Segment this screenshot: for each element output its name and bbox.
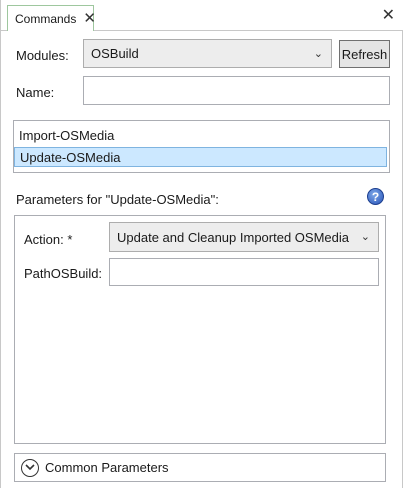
close-icon[interactable]: ✕ <box>83 11 96 26</box>
common-parameters-expander[interactable]: Common Parameters <box>14 453 386 482</box>
commands-pane: Commands ✕ ✕ Modules: OSBuild ⌄ Refresh … <box>0 0 403 488</box>
pathosbuild-input[interactable] <box>109 258 379 286</box>
modules-dropdown[interactable]: OSBuild ⌄ <box>83 39 332 68</box>
close-icon[interactable]: ✕ <box>382 8 395 24</box>
action-dropdown[interactable]: Update and Cleanup Imported OSMedia ⌄ <box>109 222 379 252</box>
tab-commands[interactable]: Commands ✕ <box>7 5 96 31</box>
refresh-button[interactable]: Refresh <box>339 40 390 68</box>
chevron-down-icon: ⌄ <box>360 230 370 243</box>
modules-label: Modules: <box>16 48 69 63</box>
list-item[interactable]: Import-OSMedia <box>14 125 387 145</box>
tab-strip: Commands ✕ <box>1 0 403 31</box>
action-selected-value: Update and Cleanup Imported OSMedia <box>117 229 349 245</box>
parameters-panel: Action: * Update and Cleanup Imported OS… <box>14 215 386 444</box>
help-icon[interactable]: ? <box>367 188 384 205</box>
chevron-down-circle-icon[interactable] <box>21 458 39 477</box>
command-list: Import-OSMedia Update-OSMedia <box>13 120 390 173</box>
common-parameters-label: Common Parameters <box>45 460 169 475</box>
tab-label: Commands <box>15 11 77 26</box>
list-item-selected[interactable]: Update-OSMedia <box>14 147 387 167</box>
pathosbuild-label: PathOSBuild: <box>24 266 103 281</box>
modules-selected-value: OSBuild <box>91 46 139 61</box>
chevron-down-icon: ⌄ <box>313 47 323 60</box>
action-label: Action: * <box>24 232 73 247</box>
parameters-header: Parameters for "Update-OSMedia": <box>16 192 219 207</box>
name-label: Name: <box>16 85 55 100</box>
command-label: Import-OSMedia <box>19 127 115 143</box>
name-input[interactable] <box>83 76 390 105</box>
command-label: Update-OSMedia <box>20 149 121 165</box>
